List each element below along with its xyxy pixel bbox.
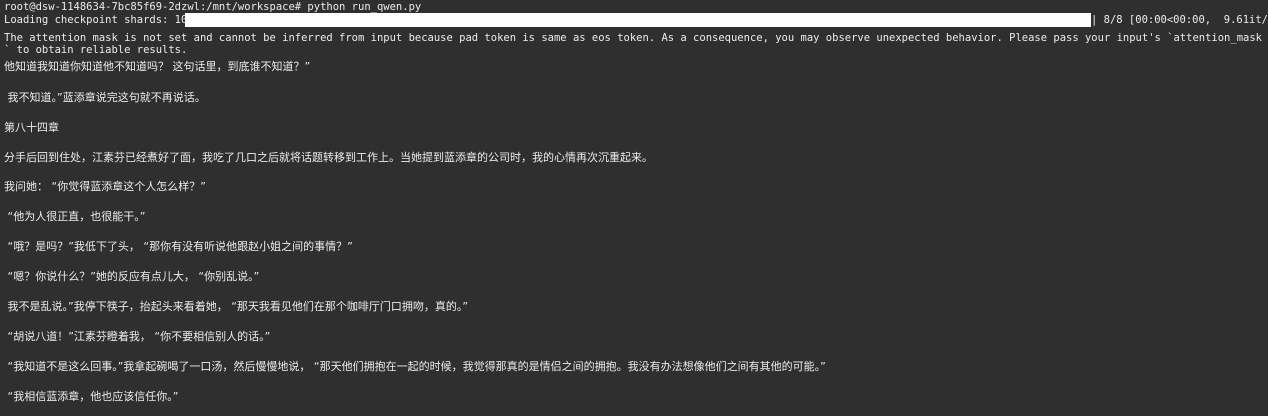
output-line: 他知道我知道你知道他不知道吗？ 这句话里，到底谁不知道？” (4, 60, 311, 73)
output-line: “嗯？你说什么？”她的反应有点儿大， “你别乱说。” (4, 270, 260, 283)
progress-fill (185, 13, 1091, 27)
prompt-line: root@dsw-1148634-7bc85f69-2dzwl:/mnt/wor… (4, 1, 422, 13)
output-line: 分手后回到住处，江素芬已经煮好了面，我吃了几口之后就将话题转移到工作上。当她提到… (4, 151, 653, 164)
warning-message: The attention mask is not set and cannot… (4, 32, 1262, 56)
terminal-window[interactable]: root@dsw-1148634-7bc85f69-2dzwl:/mnt/wor… (0, 0, 1268, 416)
output-line: 我问她： “你觉得蓝添章这个人怎么样？” (4, 180, 206, 193)
output-line: “我知道不是这么回事。”我拿起碗喝了一口汤，然后慢慢地说， “那天他们拥抱在一起… (4, 360, 826, 373)
progress-row: Loading checkpoint shards: 100%| | 8/8 [… (4, 13, 1268, 27)
progress-prefix: Loading checkpoint shards: 100%| (4, 14, 207, 26)
output-line: “哦？是吗？”我低下了头， “那你有没有听说他跟赵小姐之间的事情？” (4, 240, 353, 253)
output-line: “他为人很正直，也很能干。” (4, 210, 146, 223)
progress-suffix: | 8/8 [00:00<00:00, 9.61it/s] (1091, 14, 1268, 26)
progress-bar (185, 13, 1091, 27)
output-line: 我不是乱说。”我停下筷子，抬起头来看着她， “那天我看见他们在那个咖啡厅门口拥吻… (4, 300, 469, 313)
output-line: “我相信蓝添章，他也应该信任你。” (4, 390, 179, 403)
output-line: “胡说八道！”江素芬瞪着我， “你不要相信别人的话。” (4, 330, 271, 343)
output-line: 我不知道。”蓝添章说完这句就不再说话。 (4, 91, 206, 104)
output-line: 第八十四章 (4, 121, 59, 134)
